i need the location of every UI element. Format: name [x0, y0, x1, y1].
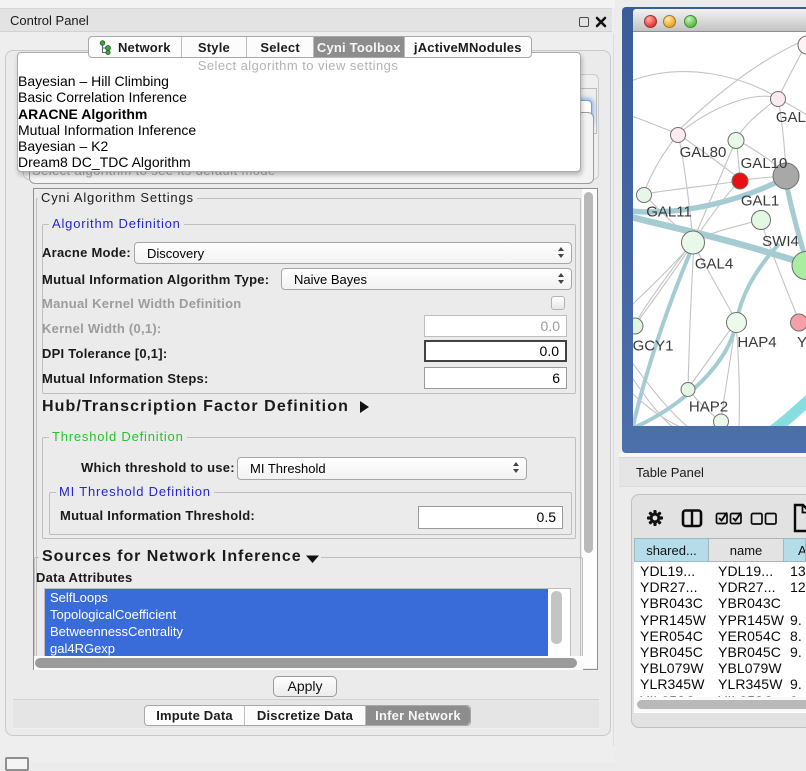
- svg-text:GAL11: GAL11: [646, 204, 692, 221]
- svg-text:GAL7: GAL7: [776, 109, 806, 126]
- svg-text:GAL4: GAL4: [695, 256, 733, 273]
- svg-text:HAP2: HAP2: [689, 399, 728, 416]
- svg-text:HAP4: HAP4: [737, 334, 776, 351]
- svg-text:GAL10: GAL10: [741, 155, 788, 172]
- svg-text:GAL1: GAL1: [741, 193, 779, 210]
- svg-text:SWI4: SWI4: [762, 233, 799, 250]
- svg-text:GCY1: GCY1: [633, 338, 673, 355]
- svg-text:GAL80: GAL80: [680, 144, 727, 161]
- svg-text:Y: Y: [797, 334, 806, 351]
